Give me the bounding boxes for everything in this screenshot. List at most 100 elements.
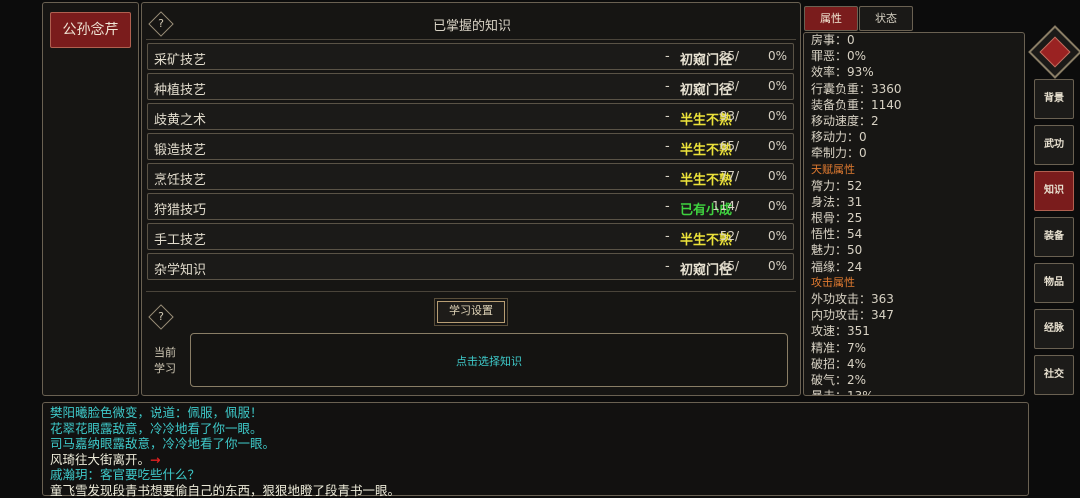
attribute-row: 魅力：50 bbox=[811, 243, 863, 258]
skill-name: 采矿技艺 bbox=[154, 53, 207, 68]
skill-dash: - bbox=[665, 109, 670, 124]
log-text: 戚瀚玥：客官要吃些什么？ bbox=[50, 467, 201, 482]
attribute-row: 破气：2% bbox=[811, 372, 867, 387]
return-icon-core bbox=[1039, 36, 1071, 68]
attribute-row: 攻速：351 bbox=[811, 324, 870, 339]
tab-status[interactable]: 状态 bbox=[859, 6, 913, 31]
attribute-row: 效率：93% bbox=[811, 65, 874, 80]
skill-percent: 0% bbox=[767, 199, 787, 213]
menu-items-button[interactable]: 物品 bbox=[1034, 263, 1074, 303]
current-study-label: 当前学习 bbox=[154, 346, 176, 375]
attribute-list: 房事：0 罪恶：0% 效率：93% 行囊负重：3360 装备负重：1140 移动速度：2 移… bbox=[811, 33, 1021, 395]
attribute-row: 悟性：54 bbox=[811, 227, 863, 242]
skill-progress: 3/ bbox=[727, 79, 739, 93]
menu-equipment-button[interactable]: 装备 bbox=[1034, 217, 1074, 257]
study-settings-button[interactable]: 学习设置 bbox=[434, 298, 508, 326]
skill-percent: 0% bbox=[767, 229, 787, 243]
skill-list[interactable]: 采矿技艺 - 初窥门径 25/0% 种植技艺 - 初窥门径 3/0% 歧黄之术 - 半生不熟 93/0… bbox=[147, 43, 794, 289]
attribute-row: 行囊负重：3360 bbox=[811, 81, 902, 96]
attributes-panel[interactable]: 房事：0 罪恶：0% 效率：93% 行囊负重：3360 装备负重：1140 移动速度：2 移… bbox=[803, 32, 1025, 396]
tab-attributes[interactable]: 属性 bbox=[804, 6, 858, 31]
attribute-heading: 天赋属性 bbox=[811, 162, 855, 176]
knowledge-title: 已掌握的知识 bbox=[432, 19, 511, 34]
attribute-row: 房事：0 bbox=[811, 33, 855, 47]
log-text: 司马嘉纳眼露敌意，冷冷地看了你一眼。 bbox=[50, 436, 276, 451]
help-icon-glyph: ? bbox=[158, 310, 164, 323]
skill-row[interactable]: 歧黄之术 - 半生不熟 93/0% bbox=[147, 103, 794, 130]
skill-row[interactable]: 采矿技艺 - 初窥门径 25/0% bbox=[147, 43, 794, 70]
return-diamond-icon[interactable] bbox=[1028, 25, 1080, 79]
study-select-box[interactable]: 点击选择知识 bbox=[190, 333, 788, 387]
menu-social-button[interactable]: 社交 bbox=[1034, 355, 1074, 395]
log-line: 风琦往大街离开。→ bbox=[50, 452, 1020, 468]
skill-dash: - bbox=[665, 139, 670, 154]
log-line: 司马嘉纳眼露敌意，冷冷地看了你一眼。 bbox=[50, 436, 1020, 452]
skill-progress: 25/ bbox=[719, 49, 739, 63]
menu-background-button[interactable]: 背景 bbox=[1034, 79, 1074, 119]
skill-name: 杂学知识 bbox=[154, 263, 207, 278]
log-line: 花翠花眼露敌意，冷冷地看了你一眼。 bbox=[50, 421, 1020, 437]
study-help-icon[interactable]: ? bbox=[148, 304, 174, 330]
attribute-row: 移动速度：2 bbox=[811, 113, 879, 128]
menu-martial-arts-button[interactable]: 武功 bbox=[1034, 125, 1074, 165]
side-menu: 背景武功知识装备物品经脉社交 bbox=[1027, 0, 1080, 498]
skill-row[interactable]: 锻造技艺 - 半生不熟 65/0% bbox=[147, 133, 794, 160]
skill-name: 种植技艺 bbox=[154, 83, 207, 98]
arrow-right-icon: → bbox=[150, 451, 161, 467]
skill-progress: 114/ bbox=[712, 199, 739, 213]
log-text: 花翠花眼露敌意，冷冷地看了你一眼。 bbox=[50, 420, 263, 436]
skill-percent: 0% bbox=[767, 109, 787, 123]
study-hint-text: 点击选择知识 bbox=[456, 355, 522, 368]
skill-name: 歧黄之术 bbox=[154, 113, 207, 128]
skill-dash: - bbox=[665, 259, 670, 274]
log-text: 樊阳曦脸色微变，说道：佩服，佩服！ bbox=[50, 405, 263, 420]
title-divider bbox=[146, 39, 796, 40]
attribute-row: 罪恶：0% bbox=[811, 49, 867, 64]
attribute-row: 身法：31 bbox=[811, 194, 863, 209]
log-text: 童飞雪发现段青书想要偷自己的东西，狠狠地瞪了段青书一眼。 bbox=[50, 482, 401, 498]
section-divider bbox=[146, 291, 796, 292]
knowledge-panel: ? 已掌握的知识 采矿技艺 - 初窥门径 25/0% 种植技艺 - 初窥门径 3/0% 歧黄之术… bbox=[141, 2, 801, 396]
attribute-row: 福缘：24 bbox=[811, 259, 863, 274]
message-log[interactable]: 樊阳曦脸色微变，说道：佩服，佩服！ 花翠花眼露敌意，冷冷地看了你一眼。 司马嘉纳眼露… bbox=[42, 402, 1029, 498]
skill-progress: 45/ bbox=[719, 259, 739, 273]
skill-name: 锻造技艺 bbox=[154, 143, 207, 158]
skill-progress: 65/ bbox=[719, 139, 739, 153]
skill-name: 狩猎技巧 bbox=[154, 203, 207, 218]
skill-progress: 52/ bbox=[719, 229, 739, 243]
skill-percent: 0% bbox=[767, 259, 787, 273]
skill-progress: 77/ bbox=[719, 169, 739, 183]
skill-dash: - bbox=[665, 49, 670, 64]
skill-percent: 0% bbox=[767, 169, 787, 183]
skill-progress: 93/ bbox=[719, 109, 739, 123]
attribute-row: 装备负重：1140 bbox=[811, 97, 902, 112]
character-name-button[interactable]: 公孙念芹 bbox=[50, 12, 131, 48]
skill-dash: - bbox=[665, 199, 670, 214]
skill-row[interactable]: 狩猎技巧 - 已有小成 114/0% bbox=[147, 193, 794, 220]
skill-percent: 0% bbox=[767, 139, 787, 153]
skill-dash: - bbox=[665, 79, 670, 94]
skill-dash: - bbox=[665, 229, 670, 244]
skill-row[interactable]: 烹饪技艺 - 半生不熟 77/0% bbox=[147, 163, 794, 190]
skill-row[interactable]: 种植技艺 - 初窥门径 3/0% bbox=[147, 73, 794, 100]
attribute-heading: 攻击属性 bbox=[811, 275, 855, 289]
menu-knowledge-button[interactable]: 知识 bbox=[1034, 171, 1074, 211]
attribute-row: 精准：7% bbox=[811, 340, 867, 355]
log-line: 童飞雪发现段青书想要偷自己的东西，狠狠地瞪了段青书一眼。 bbox=[50, 483, 1020, 498]
attribute-row: 外功攻击：363 bbox=[811, 292, 894, 306]
log-list: 樊阳曦脸色微变，说道：佩服，佩服！ 花翠花眼露敌意，冷冷地看了你一眼。 司马嘉纳眼露… bbox=[50, 405, 1020, 498]
skill-name: 烹饪技艺 bbox=[154, 173, 207, 188]
attribute-row: 牵制力：0 bbox=[811, 146, 867, 161]
attribute-row: 暴击：13% bbox=[811, 388, 1021, 395]
skill-level: 初窥门径 bbox=[680, 83, 733, 98]
log-text: 风琦往大街离开。 bbox=[50, 451, 151, 467]
skill-row[interactable]: 手工技艺 - 半生不熟 52/0% bbox=[147, 223, 794, 250]
character-panel: 公孙念芹 bbox=[42, 2, 139, 396]
attribute-row: 根骨：25 bbox=[811, 211, 863, 226]
menu-meridians-button[interactable]: 经脉 bbox=[1034, 309, 1074, 349]
skill-name: 手工技艺 bbox=[154, 233, 207, 248]
attribute-row: 移动力：0 bbox=[811, 130, 867, 145]
log-line: 樊阳曦脸色微变，说道：佩服，佩服！ bbox=[50, 405, 1020, 421]
skill-percent: 0% bbox=[767, 79, 787, 93]
skill-row[interactable]: 杂学知识 - 初窥门径 45/0% bbox=[147, 253, 794, 280]
